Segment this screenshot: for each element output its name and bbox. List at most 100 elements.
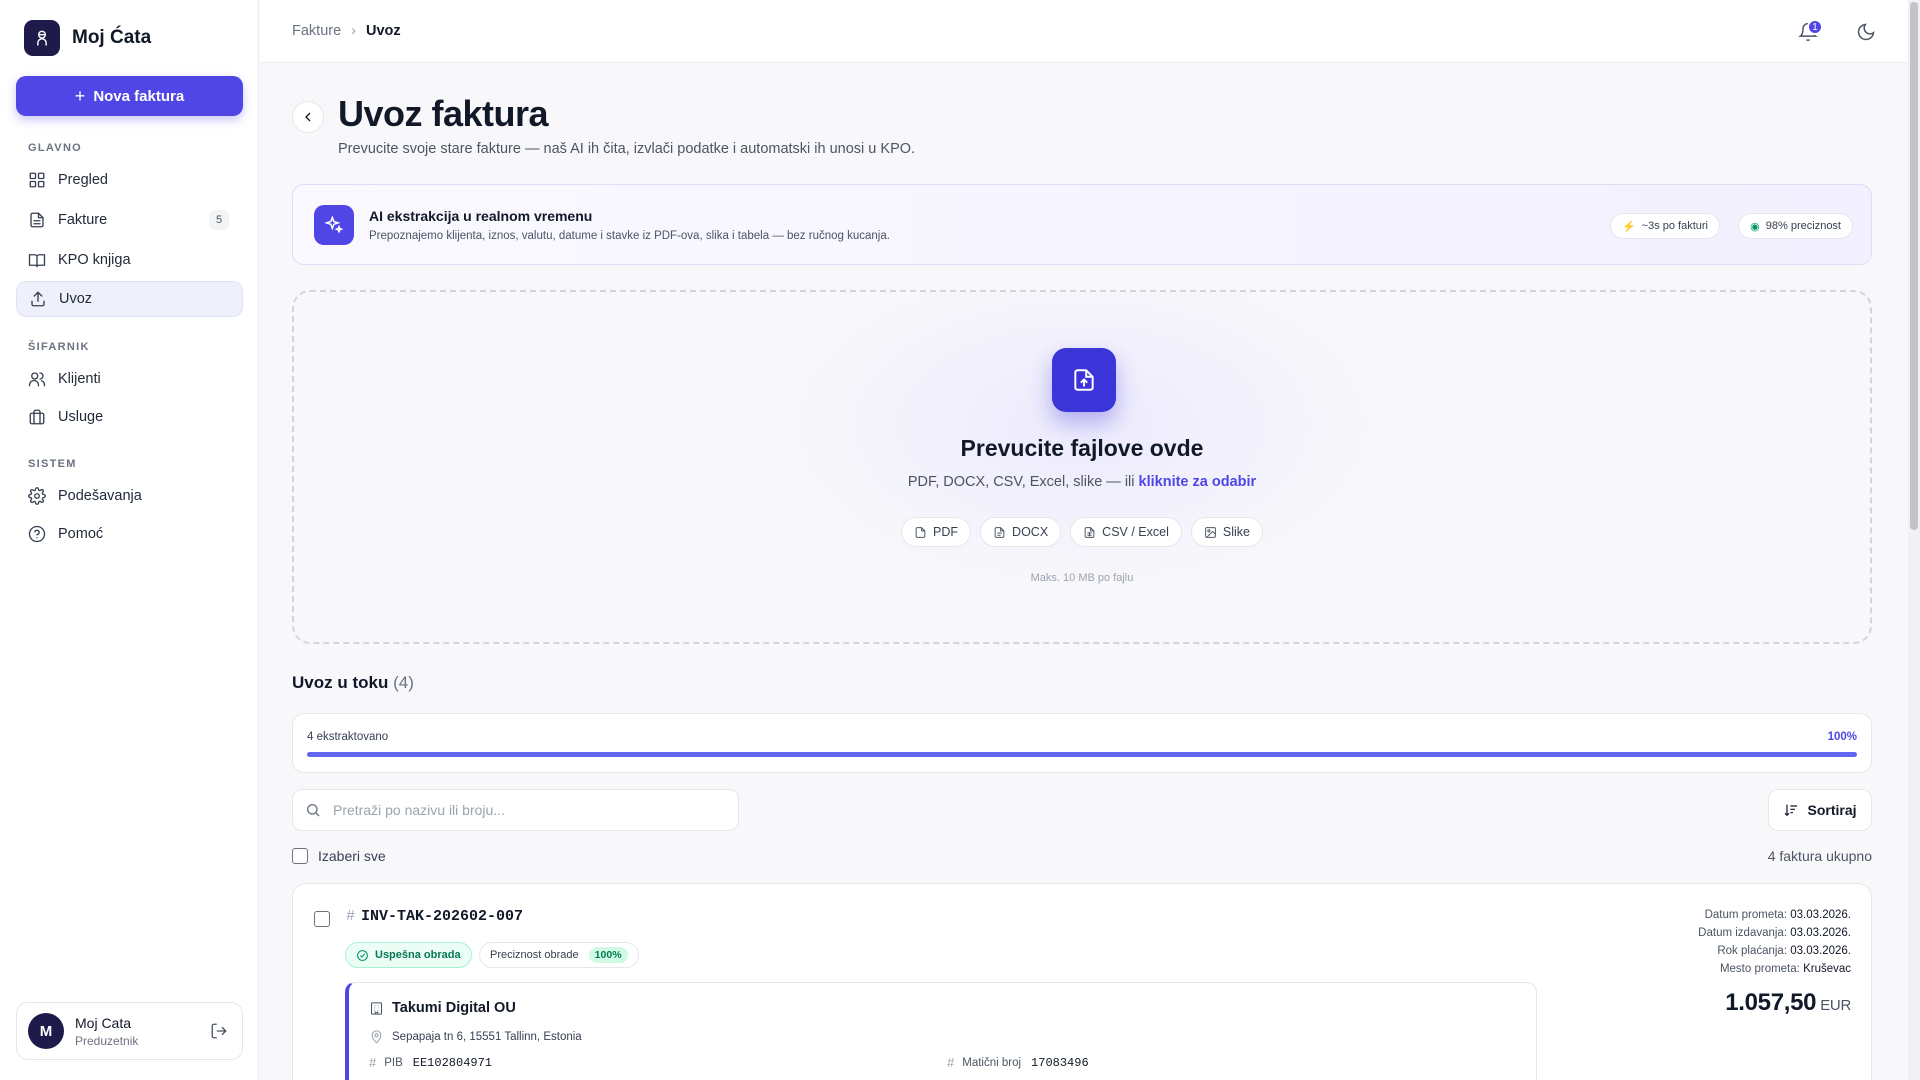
- datum-izdavanja-value: 03.03.2026.: [1790, 927, 1851, 939]
- ai-extraction-banner: AI ekstrakcija u realnom vremenu Prepozn…: [292, 184, 1872, 265]
- amount-currency: EUR: [1820, 997, 1851, 1014]
- invoice-amount: 1.057,50 EUR: [1725, 989, 1851, 1017]
- status-badge: Uspešna obrada: [345, 942, 472, 968]
- user-card[interactable]: M Moj Cata Preduzetnik: [16, 1002, 243, 1060]
- datum-prometa-value: 03.03.2026.: [1790, 909, 1851, 921]
- chip-label: CSV / Excel: [1102, 525, 1169, 539]
- image-icon: [1204, 526, 1216, 538]
- client-name-text: Takumi Digital OU: [392, 1000, 516, 1016]
- chip-slike: Slike: [1190, 517, 1263, 547]
- moon-icon[interactable]: [1856, 22, 1876, 42]
- plus-icon: +: [74, 85, 86, 106]
- mb-value: 17083496: [1031, 1055, 1089, 1070]
- briefcase-icon: [29, 409, 45, 425]
- sidebar-item-uvoz[interactable]: Uvoz: [16, 281, 243, 317]
- upload-icon: [31, 291, 45, 307]
- select-all-label: Izaberi sve: [318, 848, 386, 864]
- search-input[interactable]: [333, 802, 713, 818]
- accuracy-label: Preciznost obrade: [490, 949, 579, 961]
- progress-label: 4 ekstraktovano: [307, 731, 389, 743]
- ai-banner-desc: Prepoznajemo klijenta, iznos, valutu, da…: [369, 230, 890, 242]
- total-invoices: 4 faktura ukupno: [1767, 848, 1872, 864]
- search-icon: [307, 804, 320, 817]
- app-logo-icon: [24, 20, 60, 56]
- client-address: Sepapaja tn 6, 15551 Tallinn, Estonia: [369, 1029, 582, 1044]
- scrollbar-thumb[interactable]: [1910, 2, 1918, 530]
- mesto-prometa: Mesto prometa: Kruševac: [1698, 960, 1851, 978]
- queue-title: Uvoz u toku: [292, 673, 389, 692]
- hash-icon: #: [947, 1055, 955, 1070]
- dropzone-formats: PDF, DOCX, CSV, Excel, slike — ili: [907, 474, 1135, 490]
- progress-percent: 100%: [1827, 731, 1857, 743]
- pib-label: PIB: [384, 1056, 403, 1069]
- brand[interactable]: Moj Ćata: [0, 0, 258, 76]
- speed-pill-label: ~3s po fakturi: [1641, 220, 1708, 232]
- spreadsheet-icon: [1084, 526, 1095, 538]
- fakture-count-badge: 5: [209, 210, 229, 230]
- sidebar-item-label: Uvoz: [59, 291, 93, 307]
- invoice-checkbox[interactable]: [314, 911, 330, 927]
- accuracy-badge: Preciznost obrade 100%: [479, 942, 639, 968]
- amount-value: 1.057,50: [1725, 989, 1817, 1016]
- sidebar-item-pomoc[interactable]: Pomoć: [16, 516, 243, 552]
- chip-docx: DOCX: [980, 517, 1062, 547]
- accuracy-pill: ◉ 98% preciznost: [1738, 213, 1853, 239]
- chevron-right-icon: ›: [351, 23, 357, 39]
- datum-prometa: Datum prometa: 03.03.2026.: [1698, 906, 1851, 924]
- chip-label: PDF: [933, 525, 959, 539]
- select-all[interactable]: Izaberi sve: [292, 848, 386, 864]
- sidebar-item-label: Pomoć: [58, 526, 104, 542]
- page-title: Uvoz faktura: [338, 93, 549, 134]
- back-button[interactable]: [292, 101, 324, 133]
- logout-icon[interactable]: [210, 1022, 228, 1040]
- sidebar-item-label: KPO knjiga: [58, 252, 131, 268]
- sidebar-item-pregled[interactable]: Pregled: [16, 162, 243, 198]
- section-label-sifarnik: ŠIFARNIK: [28, 341, 90, 353]
- sidebar-item-klijenti[interactable]: Klijenti: [16, 361, 243, 397]
- hash-icon: #: [369, 1055, 377, 1070]
- section-label-sistem: SISTEM: [28, 458, 77, 470]
- extraction-progress: 4 ekstraktovano 100%: [292, 713, 1872, 773]
- breadcrumb-fakture[interactable]: Fakture: [292, 23, 341, 39]
- user-name: Moj Cata: [75, 1014, 132, 1031]
- browse-files-link[interactable]: kliknite za odabir: [1139, 474, 1257, 490]
- section-label-glavno: GLAVNO: [28, 142, 83, 154]
- format-chips: PDF DOCX CSV / Excel Slike: [294, 517, 1870, 547]
- help-icon: [28, 525, 46, 543]
- scrollbar[interactable]: [1908, 0, 1920, 1080]
- app-name: Moj Ćata: [72, 27, 152, 48]
- progress-fill: [307, 752, 1857, 757]
- sidebar-item-label: Pregled: [58, 172, 108, 188]
- sort-label: Sortiraj: [1807, 802, 1857, 818]
- breadcrumb: Fakture › Uvoz: [292, 23, 401, 39]
- hash-icon: #: [346, 908, 356, 925]
- sort-icon: [1785, 804, 1798, 817]
- chip-pdf: PDF: [901, 517, 972, 547]
- search-box[interactable]: [292, 789, 739, 831]
- topbar: Fakture › Uvoz 1: [260, 0, 1908, 63]
- dropzone-desc: PDF, DOCX, CSV, Excel, slike — ili klikn…: [294, 474, 1870, 490]
- sidebar-item-label: Podešavanja: [58, 488, 142, 504]
- select-all-checkbox[interactable]: [292, 848, 308, 864]
- rok-placanja-label: Rok plaćanja:: [1717, 945, 1788, 957]
- sidebar-item-kpo-knjiga[interactable]: KPO knjiga: [16, 242, 243, 278]
- sidebar-item-podesavanja[interactable]: Podešavanja: [16, 478, 243, 514]
- rok-placanja: Rok plaćanja: 03.03.2026.: [1698, 942, 1851, 960]
- new-invoice-button[interactable]: + Nova faktura: [16, 76, 243, 116]
- accuracy-value: 100%: [588, 947, 628, 963]
- sort-button[interactable]: Sortiraj: [1768, 789, 1872, 831]
- page-subtitle: Prevucite svoje stare fakture — naš AI i…: [338, 141, 916, 157]
- mesto-prometa-value: Kruševac: [1803, 963, 1851, 975]
- invoice-number: # INV-TAK-202602-007: [346, 908, 523, 925]
- chip-csv-excel: CSV / Excel: [1070, 517, 1182, 547]
- file-dropzone[interactable]: Prevucite fajlove ovde PDF, DOCX, CSV, E…: [292, 290, 1872, 644]
- sidebar-item-usluge[interactable]: Usluge: [16, 399, 243, 435]
- pib-value: EE102804971: [412, 1055, 492, 1070]
- sidebar-item-label: Klijenti: [58, 371, 101, 387]
- progress-track: [307, 752, 1857, 757]
- invoice-dates: Datum prometa: 03.03.2026. Datum izdavan…: [1698, 906, 1851, 978]
- check-circle-icon: [357, 949, 368, 961]
- invoice-card[interactable]: # INV-TAK-202602-007 Uspešna obrada Preci…: [292, 883, 1872, 1080]
- sidebar-item-fakture[interactable]: Fakture 5: [16, 202, 243, 238]
- bolt-icon: ⚡: [1621, 220, 1636, 233]
